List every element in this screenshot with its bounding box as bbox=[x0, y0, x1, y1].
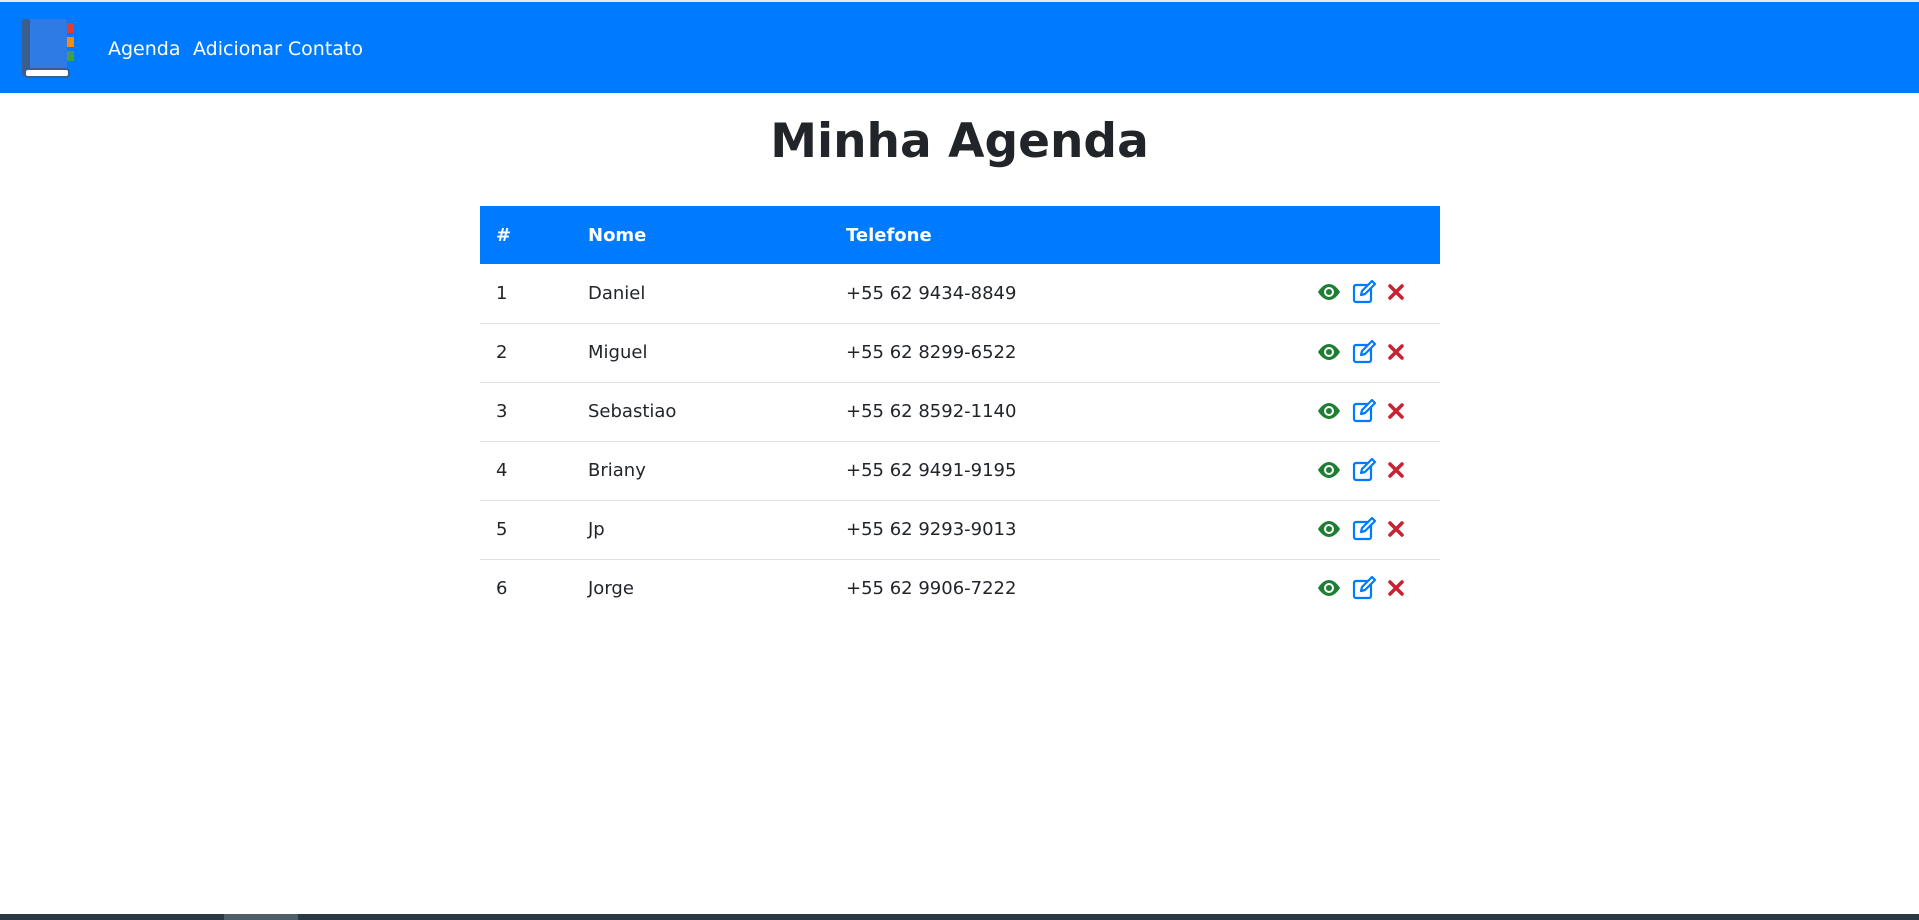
table-row: 5 Jp +55 62 9293-9013 bbox=[480, 500, 1440, 560]
table-row: 1 Daniel +55 62 9434-8849 bbox=[480, 264, 1440, 324]
delete-button[interactable] bbox=[1388, 579, 1404, 596]
table-row: 6 Jorge +55 62 9906-7222 bbox=[480, 559, 1440, 618]
edit-icon bbox=[1352, 516, 1377, 540]
address-book-logo-icon[interactable] bbox=[20, 17, 78, 80]
eye-icon bbox=[1318, 402, 1340, 419]
scrollbar-thumb[interactable] bbox=[224, 914, 298, 920]
view-button[interactable] bbox=[1316, 520, 1342, 538]
cell-number: 3 bbox=[480, 382, 572, 442]
close-icon bbox=[1388, 402, 1404, 419]
edit-button[interactable] bbox=[1352, 516, 1378, 541]
delete-button[interactable] bbox=[1388, 343, 1404, 360]
cell-number: 4 bbox=[480, 441, 572, 501]
delete-button[interactable] bbox=[1388, 461, 1404, 478]
nav-link-add-contact[interactable]: Adicionar Contato bbox=[193, 38, 363, 60]
cell-number: 6 bbox=[496, 578, 508, 600]
contacts-table: # Nome Telefone 1 Daniel +55 62 9434-884… bbox=[480, 206, 1440, 618]
cell-phone: +55 62 8299-6522 bbox=[830, 323, 1250, 383]
horizontal-scrollbar[interactable] bbox=[0, 914, 1919, 920]
cell-actions bbox=[1250, 382, 1440, 442]
cell-name: Jp bbox=[572, 500, 830, 560]
edit-button[interactable] bbox=[1352, 339, 1378, 364]
eye-icon bbox=[1318, 461, 1340, 478]
edit-button[interactable] bbox=[1352, 575, 1378, 600]
header-name: Nome bbox=[572, 206, 830, 264]
cell-actions bbox=[1250, 264, 1440, 324]
cell-actions bbox=[1250, 323, 1440, 383]
view-button[interactable] bbox=[1316, 579, 1342, 597]
view-button[interactable] bbox=[1316, 283, 1342, 301]
eye-icon bbox=[1318, 343, 1340, 360]
close-icon bbox=[1388, 461, 1404, 478]
eye-icon bbox=[1318, 579, 1340, 596]
cell-number: 1 bbox=[480, 264, 572, 324]
delete-button[interactable] bbox=[1388, 520, 1404, 537]
close-icon bbox=[1388, 284, 1404, 301]
table-row: 4 Briany +55 62 9491-9195 bbox=[480, 441, 1440, 501]
edit-icon bbox=[1352, 457, 1377, 481]
view-button[interactable] bbox=[1316, 461, 1342, 479]
header-phone: Telefone bbox=[830, 206, 1250, 264]
cell-phone: +55 62 8592-1140 bbox=[830, 382, 1250, 442]
delete-button[interactable] bbox=[1388, 284, 1404, 301]
cell-name: Briany bbox=[572, 441, 830, 501]
cell-phone: +55 62 9491-9195 bbox=[830, 441, 1250, 501]
edit-button[interactable] bbox=[1352, 398, 1378, 423]
edit-button[interactable] bbox=[1352, 457, 1378, 482]
cell-phone: +55 62 9434-8849 bbox=[830, 264, 1250, 324]
header-number: # bbox=[480, 206, 572, 264]
cell-number: 2 bbox=[480, 323, 572, 383]
edit-button[interactable] bbox=[1352, 280, 1378, 304]
cell-name: Sebastiao bbox=[572, 382, 830, 442]
view-button[interactable] bbox=[1316, 402, 1342, 420]
table-row: 3 Sebastiao +55 62 8592-1140 bbox=[480, 382, 1440, 442]
cell-phone: +55 62 9293-9013 bbox=[830, 500, 1250, 560]
table-header-row: # Nome Telefone bbox=[480, 206, 1440, 264]
eye-icon bbox=[1318, 520, 1340, 537]
navbar: Agenda Adicionar Contato bbox=[0, 0, 1919, 93]
close-icon bbox=[1388, 579, 1404, 596]
table-body: 1 Daniel +55 62 9434-8849 2 Miguel +55 6… bbox=[480, 264, 1440, 618]
cell-phone: +55 62 9906-7222 bbox=[846, 578, 1017, 600]
edit-icon bbox=[1352, 575, 1377, 599]
view-button[interactable] bbox=[1316, 343, 1342, 361]
cell-actions bbox=[1250, 500, 1440, 560]
eye-icon bbox=[1318, 284, 1340, 301]
edit-icon bbox=[1352, 398, 1377, 422]
cell-name: Jorge bbox=[588, 578, 634, 600]
close-icon bbox=[1388, 343, 1404, 360]
edit-icon bbox=[1352, 339, 1377, 363]
delete-button[interactable] bbox=[1388, 402, 1404, 419]
header-actions bbox=[1250, 206, 1440, 264]
cell-name: Daniel bbox=[572, 264, 830, 324]
page-title: Minha Agenda bbox=[770, 114, 1149, 169]
close-icon bbox=[1388, 520, 1404, 537]
edit-icon bbox=[1352, 280, 1377, 304]
table-row: 2 Miguel +55 62 8299-6522 bbox=[480, 323, 1440, 383]
cell-actions bbox=[1250, 441, 1440, 501]
nav-link-agenda[interactable]: Agenda bbox=[108, 38, 181, 60]
cell-name: Miguel bbox=[572, 323, 830, 383]
cell-number: 5 bbox=[480, 500, 572, 560]
cell-actions bbox=[1250, 559, 1440, 618]
